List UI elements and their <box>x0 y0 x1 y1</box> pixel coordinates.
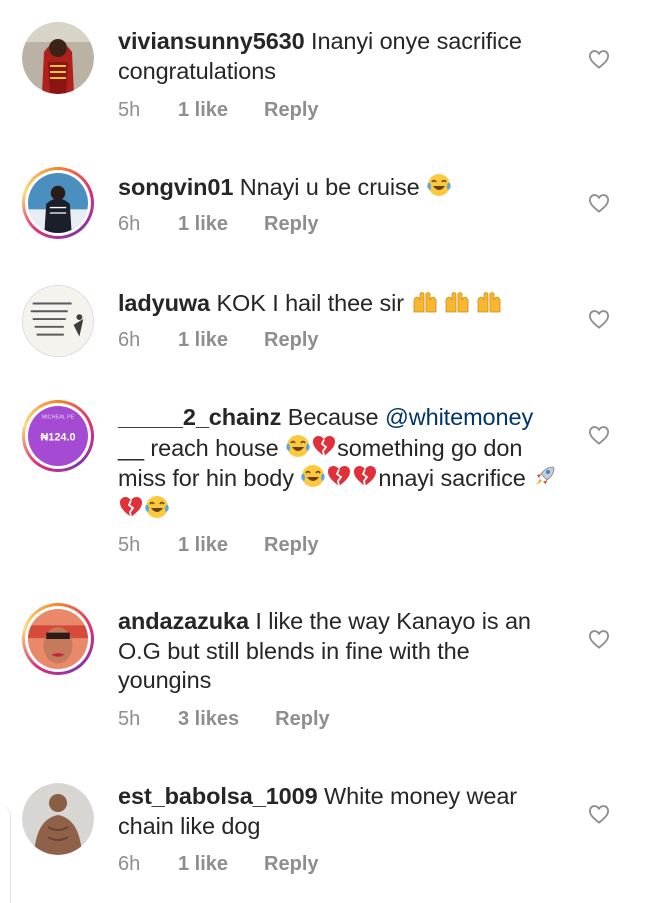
heart-outline-icon[interactable] <box>588 309 610 329</box>
reply-button[interactable]: Reply <box>264 213 318 236</box>
comment-text: __ reach house <box>118 434 279 461</box>
panel-edge <box>0 805 11 903</box>
avatar-caption: MICHEAL PE <box>42 415 75 421</box>
face-with-tears-of-joy-icon <box>286 434 310 457</box>
reply-button[interactable]: Reply <box>264 99 318 122</box>
rocket-icon <box>536 466 555 485</box>
heart-outline-icon[interactable] <box>588 804 610 824</box>
comment-body: viviansunny5630 Inanyi onye sacrifice co… <box>118 27 568 86</box>
comment-time: 6h <box>118 853 141 875</box>
comment-likes[interactable]: 1 like <box>178 329 228 352</box>
comment-meta: 5h 1 like Reply <box>118 99 319 122</box>
avatar-image: MICHEAL PE ₦124.0 <box>28 406 88 466</box>
comment-username[interactable]: viviansunny5630 <box>118 28 305 54</box>
broken-heart-icon <box>313 435 336 456</box>
broken-heart-icon <box>354 466 377 487</box>
avatar[interactable] <box>22 22 94 94</box>
comment-meta: 6h 1 like Reply <box>118 213 319 236</box>
broken-heart-icon <box>328 466 351 487</box>
comment-time: 5h <box>118 99 141 121</box>
comment-username[interactable]: est_babolsa_1009 <box>118 783 318 809</box>
avatar-image <box>22 22 94 94</box>
comment-time: 6h <box>118 213 141 235</box>
comment-text: nnayi sacrifice <box>378 465 526 491</box>
mention-link[interactable]: @whitemoney <box>385 404 533 430</box>
broken-heart-icon <box>120 496 142 517</box>
comment-body: andazazuka I like the way Kanayo is an O… <box>118 607 568 696</box>
reply-button[interactable]: Reply <box>264 329 318 352</box>
comment-text: KOK I hail thee sir <box>216 290 404 316</box>
face-with-tears-of-joy-icon <box>301 465 326 487</box>
comment-time: 5h <box>118 534 141 556</box>
comment-username[interactable]: _____2_chainz <box>118 404 281 430</box>
comment-meta: 6h 1 like Reply <box>118 853 319 876</box>
reply-button[interactable]: Reply <box>275 708 329 731</box>
comment-likes[interactable]: 1 like <box>178 853 228 876</box>
comment-username[interactable]: songvin01 <box>118 174 233 200</box>
comment-body: ladyuwa KOK I hail thee sir <box>118 288 568 319</box>
comment-text: Nnayi u be cruise <box>239 174 420 200</box>
reply-button[interactable]: Reply <box>264 853 318 876</box>
avatar-image <box>28 609 88 669</box>
avatar-image <box>23 286 93 356</box>
comment-likes[interactable]: 1 like <box>178 534 228 557</box>
avatar[interactable] <box>22 603 94 675</box>
comment-likes[interactable]: 1 like <box>178 213 228 236</box>
comment-username[interactable]: ladyuwa <box>118 290 210 316</box>
avatar[interactable] <box>22 167 94 239</box>
heart-outline-icon[interactable] <box>588 425 610 445</box>
avatar[interactable]: MICHEAL PE ₦124.0 <box>22 400 94 472</box>
comment-likes[interactable]: 1 like <box>178 99 228 122</box>
avatar-image <box>28 173 88 233</box>
heart-outline-icon[interactable] <box>588 629 610 649</box>
raising-hands-icon <box>414 292 501 313</box>
avatar-image <box>22 783 94 855</box>
comment-body: songvin01 Nnayi u be cruise <box>118 172 568 203</box>
comment-time: 5h <box>118 708 141 730</box>
heart-outline-icon[interactable] <box>588 193 610 213</box>
comment-meta: 6h 1 like Reply <box>118 329 319 352</box>
comment-meta: 5h 1 like Reply <box>118 534 319 557</box>
comment-body: est_babolsa_1009 White money wear chain … <box>118 782 568 841</box>
reply-button[interactable]: Reply <box>264 534 318 557</box>
avatar[interactable] <box>22 783 94 855</box>
avatar-amount: ₦124.0 <box>40 432 75 444</box>
comment-meta: 5h 3 likes Reply <box>118 708 330 731</box>
comment-username[interactable]: andazazuka <box>118 608 249 634</box>
face-with-tears-of-joy-icon <box>145 495 169 518</box>
avatar[interactable] <box>22 285 94 357</box>
face-with-tears-of-joy-icon <box>427 174 451 196</box>
comment-text: Because <box>287 404 379 430</box>
comment-time: 6h <box>118 329 141 351</box>
comment-likes[interactable]: 3 likes <box>178 708 239 731</box>
heart-outline-icon[interactable] <box>588 49 610 69</box>
comment-body: _____2_chainz Because @whitemoney __ rea… <box>118 403 568 524</box>
